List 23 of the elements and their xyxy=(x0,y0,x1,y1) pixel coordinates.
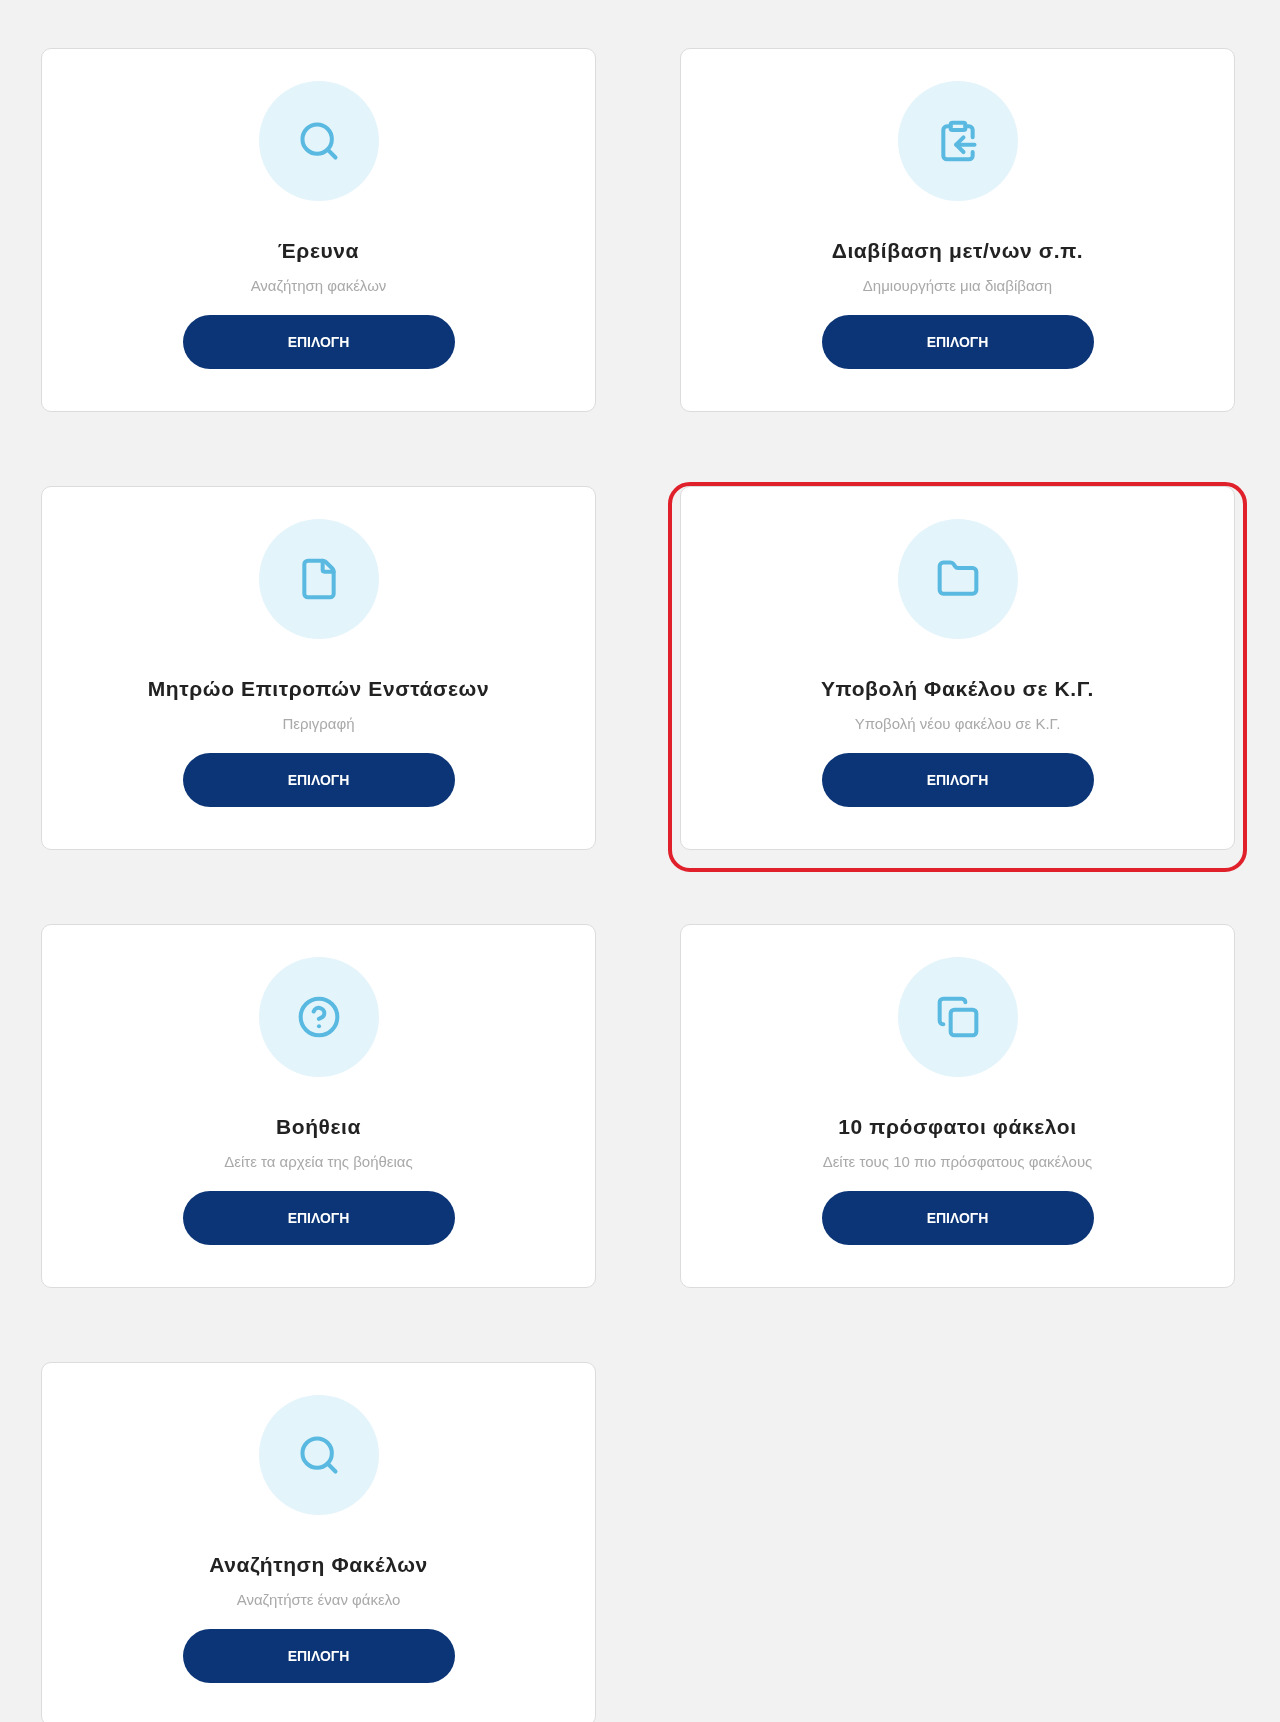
select-button[interactable]: ΕΠΙΛΟΓΗ xyxy=(821,753,1094,807)
select-button[interactable]: ΕΠΙΛΟΓΗ xyxy=(182,1191,455,1245)
select-button[interactable]: ΕΠΙΛΟΓΗ xyxy=(182,315,455,369)
select-button[interactable]: ΕΠΙΛΟΓΗ xyxy=(821,315,1094,369)
card-subtitle: Δείτε τα αρχεία της βοήθειας xyxy=(224,1151,413,1172)
card-subtitle: Αναζητήστε έναν φάκελο xyxy=(236,1589,401,1610)
card-subtitle: Δημιουργήστε μια διαβίβαση xyxy=(862,275,1053,296)
card-subtitle: Περιγραφή xyxy=(282,713,355,734)
card-title: Διαβίβαση μετ/νων σ.π. xyxy=(831,238,1084,264)
card-title: Έρευνα xyxy=(277,238,360,264)
card-subtitle: Υποβολή νέου φακέλου σε Κ.Γ. xyxy=(854,713,1061,734)
card-title: Υποβολή Φακέλου σε Κ.Γ. xyxy=(820,676,1095,702)
select-button[interactable]: ΕΠΙΛΟΓΗ xyxy=(182,753,455,807)
help-icon xyxy=(296,995,341,1039)
select-button[interactable]: ΕΠΙΛΟΓΗ xyxy=(182,1629,455,1683)
card-title: Αναζήτηση Φακέλων xyxy=(209,1552,428,1578)
card-subtitle: Αναζήτηση φακέλων xyxy=(250,275,387,296)
card-subtitle: Δείτε τους 10 πιο πρόσφατους φακέλους xyxy=(822,1151,1093,1172)
card-title: Μητρώο Επιτροπών Ενστάσεων xyxy=(147,676,490,702)
card-title: Βοήθεια xyxy=(275,1114,362,1140)
select-button[interactable]: ΕΠΙΛΟΓΗ xyxy=(821,1191,1094,1245)
card-title: 10 πρόσφατοι φάκελοι xyxy=(838,1114,1077,1140)
copy-icon xyxy=(935,995,980,1039)
